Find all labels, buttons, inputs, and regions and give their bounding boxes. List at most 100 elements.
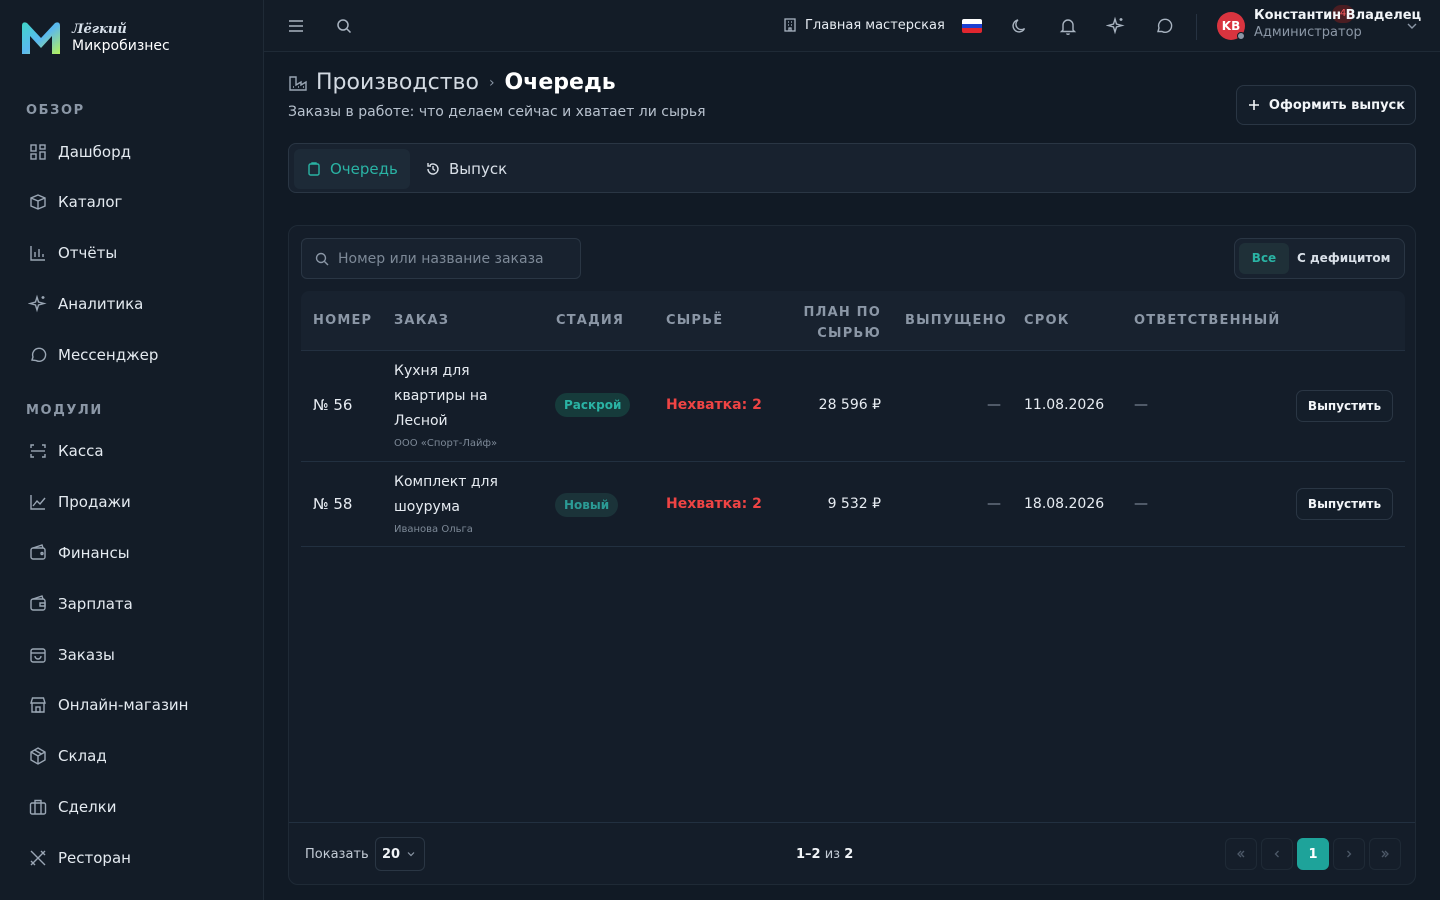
search-input[interactable]: [338, 250, 568, 267]
next-page-button[interactable]: [1333, 838, 1365, 870]
release-order-button[interactable]: Выпустить: [1296, 390, 1393, 422]
plan-cost: 9 532 ₽: [827, 496, 881, 512]
brand-logo[interactable]: Лёгкий Микробизнес: [18, 18, 170, 58]
sidebar-item-finance[interactable]: Финансы: [18, 533, 246, 573]
orders-icon: [30, 648, 46, 663]
table-row[interactable]: № 56 Кухня для квартиры на Лесной ООО «С…: [301, 351, 1405, 462]
user-name: Константин Владелец: [1254, 8, 1422, 23]
user-role: Администратор: [1254, 25, 1362, 40]
table-row[interactable]: № 58 Комплект для шоурума Иванова Ольга …: [301, 462, 1405, 547]
column-plan[interactable]: ПЛАН ПО СЫРЬЮ: [781, 302, 881, 344]
filter-deficit-button[interactable]: С дефицитом: [1297, 243, 1390, 274]
sidebar-item-reports[interactable]: Отчёты: [18, 233, 246, 273]
released-qty: —: [987, 496, 1001, 512]
order-number: № 58: [313, 495, 353, 513]
page-size-select[interactable]: 20: [375, 837, 425, 871]
column-order[interactable]: ЗАКАЗ: [394, 313, 449, 328]
last-page-button[interactable]: [1369, 838, 1401, 870]
column-released[interactable]: ВЫПУЩЕНО: [905, 313, 1007, 328]
column-due[interactable]: СРОК: [1024, 313, 1070, 328]
first-page-button[interactable]: [1225, 838, 1257, 870]
stage-badge: Новый: [555, 493, 619, 517]
column-stage[interactable]: СТАДИЯ: [556, 313, 624, 328]
raw-deficit[interactable]: Нехватка: 2: [666, 397, 762, 413]
clipboard-icon: [308, 162, 320, 176]
plus-icon: [1248, 100, 1259, 110]
menu-icon[interactable]: [286, 16, 306, 36]
column-raw[interactable]: СЫРЬЁ: [666, 313, 723, 328]
prev-page-button[interactable]: [1261, 838, 1293, 870]
search-icon[interactable]: [334, 16, 354, 36]
order-info: Комплект для шоурума Иванова Ольга: [394, 470, 544, 535]
order-name-line[interactable]: Лесной: [394, 409, 544, 434]
sidebar-item-messenger[interactable]: Мессенджер: [18, 335, 246, 375]
restaurant-icon: [30, 850, 46, 866]
tab-bar: Очередь Выпуск: [288, 143, 1416, 193]
store-icon: [30, 697, 46, 713]
sidebar-item-label: Финансы: [58, 544, 130, 562]
logo-mark-icon: [22, 22, 60, 54]
catalog-icon: [30, 194, 46, 210]
messenger-icon: [31, 347, 47, 362]
history-icon: [427, 163, 439, 175]
sidebar-item-dashboard[interactable]: Дашборд: [18, 132, 246, 172]
brand-name: Микробизнес: [72, 38, 170, 54]
sidebar-item-salary[interactable]: Зарплата: [18, 584, 246, 624]
deals-icon: [29, 799, 47, 815]
order-name-line[interactable]: квартиры на: [394, 384, 544, 409]
release-order-button[interactable]: Выпустить: [1296, 488, 1393, 520]
sidebar-item-warehouse[interactable]: Склад: [18, 736, 246, 776]
sidebar: Лёгкий Микробизнес ОБЗОР Дашборд Каталог…: [0, 0, 264, 900]
order-search: [301, 238, 581, 279]
sidebar-item-online-store[interactable]: Онлайн-магазин: [18, 685, 246, 725]
raw-deficit[interactable]: Нехватка: 2: [666, 496, 762, 512]
order-name-line[interactable]: Комплект для: [394, 470, 544, 495]
sidebar-item-label: Онлайн-магазин: [58, 696, 189, 714]
warehouse-icon: [30, 747, 46, 765]
filter-all-button[interactable]: Все: [1239, 243, 1289, 274]
sidebar-item-deals[interactable]: Сделки: [18, 787, 246, 827]
column-number[interactable]: НОМЕР: [313, 313, 372, 328]
language-flag-icon[interactable]: [962, 19, 982, 33]
sidebar-item-cashbox[interactable]: Касса: [18, 431, 246, 471]
sidebar-item-restaurant[interactable]: Ресторан: [18, 838, 246, 878]
tab-queue[interactable]: Очередь: [294, 149, 410, 189]
theme-moon-icon[interactable]: [1010, 16, 1030, 36]
owner: —: [1134, 496, 1148, 512]
building-icon: [784, 18, 796, 32]
tab-release[interactable]: Выпуск: [413, 149, 519, 189]
workspace-selector[interactable]: Главная мастерская: [782, 17, 945, 33]
range-of: из: [824, 847, 841, 862]
section-title-modules: МОДУЛИ: [26, 403, 103, 418]
plan-cost: 28 596 ₽: [818, 397, 881, 413]
order-customer: Иванова Ольга: [394, 524, 473, 535]
sidebar-item-catalog[interactable]: Каталог: [18, 182, 246, 222]
order-customer: ООО «Спорт-Лайф»: [394, 438, 498, 449]
table-header: НОМЕР ЗАКАЗ СТАДИЯ СЫРЬЁ ПЛАН ПО СЫРЬЮ В…: [301, 291, 1405, 351]
factory-icon: [289, 75, 307, 91]
chevron-down-icon[interactable]: [1405, 19, 1419, 33]
user-menu[interactable]: Константин Владелец Администратор: [1254, 9, 1421, 39]
sidebar-item-analytics[interactable]: Аналитика: [18, 284, 246, 324]
order-name-line[interactable]: шоурума: [394, 495, 544, 520]
order-name-line[interactable]: Кухня для: [394, 359, 544, 384]
page-button-current[interactable]: 1: [1297, 838, 1329, 870]
sidebar-item-label: Каталог: [58, 193, 123, 211]
sidebar-item-label: Сделки: [58, 798, 117, 816]
pagination-range: 1–2 из 2: [796, 847, 853, 862]
breadcrumb-parent[interactable]: Производство: [316, 70, 479, 95]
sidebar-item-sales[interactable]: Продажи: [18, 482, 246, 522]
chat-icon[interactable]: [1154, 16, 1174, 36]
order-number: № 56: [313, 396, 353, 414]
sparkle-icon[interactable]: [1106, 16, 1126, 36]
create-release-button[interactable]: Оформить выпуск: [1236, 85, 1416, 125]
page-subtitle: Заказы в работе: что делаем сейчас и хва…: [288, 104, 706, 120]
salary-icon: [30, 595, 46, 611]
due-date: 11.08.2026: [1024, 397, 1105, 413]
sidebar-item-orders[interactable]: Заказы: [18, 635, 246, 675]
bell-icon[interactable]: [1058, 16, 1078, 36]
owner: —: [1134, 397, 1148, 413]
stage-badge: Раскрой: [555, 393, 631, 417]
page-title: Очередь: [504, 70, 616, 95]
column-owner[interactable]: ОТВЕТСТВЕННЫЙ: [1134, 313, 1280, 328]
